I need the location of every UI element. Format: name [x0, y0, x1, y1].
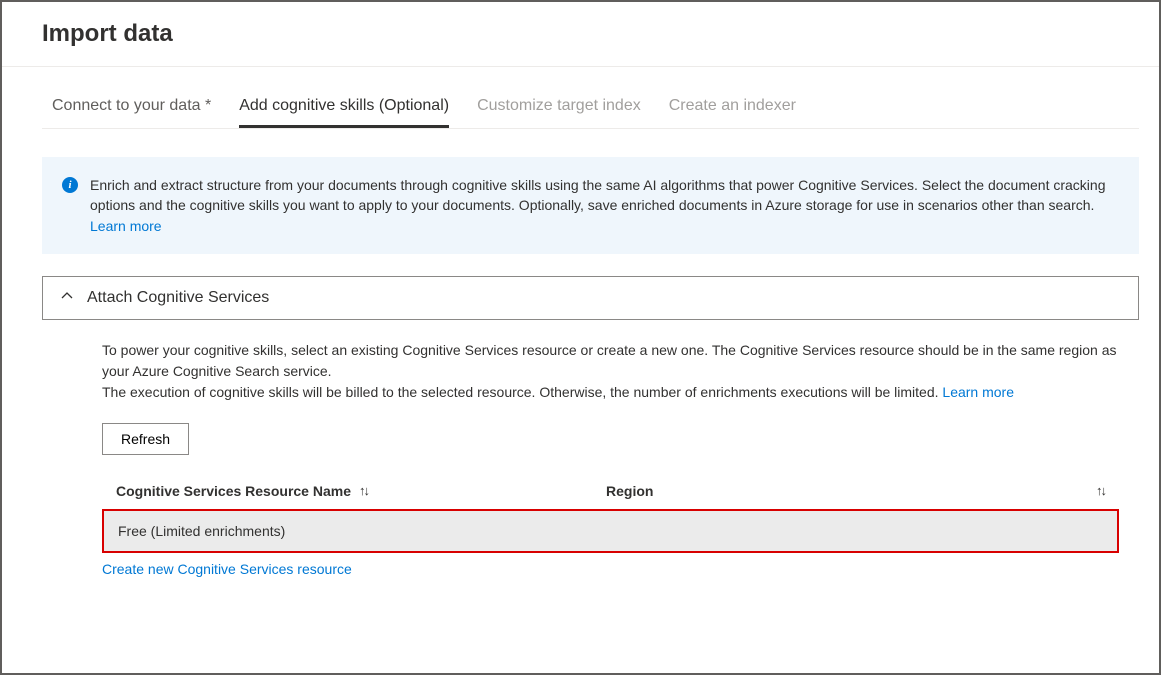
accordion-description: To power your cognitive skills, select a… — [102, 340, 1132, 403]
accordion-body: To power your cognitive skills, select a… — [42, 320, 1139, 577]
tab-customize-index: Customize target index — [477, 97, 641, 128]
accordion-attach-cognitive-services: Attach Cognitive Services — [42, 276, 1139, 320]
resources-table: Cognitive Services Resource Name ↑↓ Regi… — [102, 483, 1139, 577]
cell-region — [608, 523, 1103, 539]
col-resource-name[interactable]: Cognitive Services Resource Name — [116, 483, 351, 499]
refresh-button[interactable]: Refresh — [102, 423, 189, 455]
tab-connect-data[interactable]: Connect to your data * — [52, 97, 211, 128]
page-title: Import data — [2, 2, 1159, 67]
tab-create-indexer: Create an indexer — [669, 97, 796, 128]
accordion-p2: The execution of cognitive skills will b… — [102, 384, 942, 400]
accordion-title: Attach Cognitive Services — [87, 289, 269, 307]
accordion-header[interactable]: Attach Cognitive Services — [43, 277, 1138, 319]
info-banner: i Enrich and extract structure from your… — [42, 157, 1139, 254]
col-region[interactable]: Region — [606, 483, 653, 499]
tab-add-cognitive-skills[interactable]: Add cognitive skills (Optional) — [239, 97, 449, 128]
wizard-tabs: Connect to your data * Add cognitive ski… — [42, 67, 1139, 129]
accordion-p1: To power your cognitive skills, select a… — [102, 340, 1132, 382]
table-row[interactable]: Free (Limited enrichments) — [102, 509, 1119, 553]
accordion-learn-more-link[interactable]: Learn more — [942, 384, 1014, 400]
sort-icon[interactable]: ↑↓ — [1096, 483, 1105, 498]
info-learn-more-link[interactable]: Learn more — [90, 218, 162, 234]
info-banner-text: Enrich and extract structure from your d… — [90, 175, 1119, 236]
info-icon: i — [62, 177, 78, 193]
info-banner-message: Enrich and extract structure from your d… — [90, 177, 1105, 213]
sort-icon[interactable]: ↑↓ — [359, 483, 368, 498]
chevron-up-icon — [61, 290, 73, 305]
table-header: Cognitive Services Resource Name ↑↓ Regi… — [102, 483, 1119, 509]
create-resource-link[interactable]: Create new Cognitive Services resource — [102, 561, 352, 577]
cell-resource-name: Free (Limited enrichments) — [118, 523, 608, 539]
